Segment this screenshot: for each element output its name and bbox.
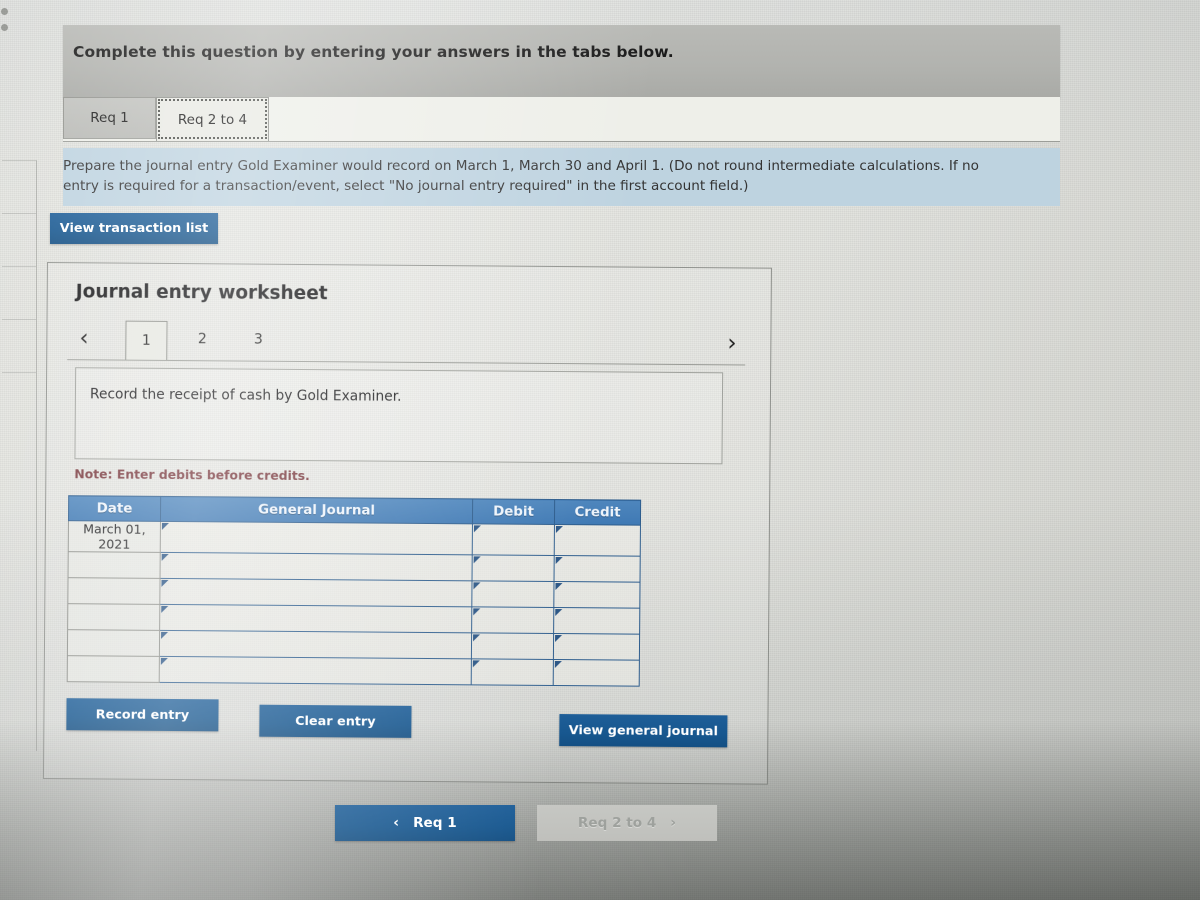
chevron-left-icon[interactable]: ‹ <box>79 324 88 352</box>
worksheet-title: Journal entry worksheet <box>75 281 328 305</box>
cell-date[interactable]: March 01, 2021 <box>68 520 161 553</box>
cell-date[interactable] <box>67 577 161 605</box>
side-panel-row <box>2 320 36 373</box>
nav-prev-req-1-button[interactable]: ‹ Req 1 <box>335 805 515 841</box>
chevron-right-icon: › <box>670 815 677 831</box>
instruction-banner: Prepare the journal entry Gold Examiner … <box>63 148 1060 206</box>
journal-entry-table: Date General Journal Debit Credit March … <box>67 495 641 687</box>
nav-next-label: Req 2 to 4 <box>577 815 657 831</box>
cell-credit[interactable] <box>554 524 641 557</box>
cell-date[interactable] <box>67 655 160 683</box>
cell-date[interactable] <box>67 629 160 657</box>
side-panel-row <box>2 267 36 320</box>
worksheet-page-3[interactable]: 3 <box>237 321 279 357</box>
instruction-text: Prepare the journal entry Gold Examiner … <box>63 156 1046 196</box>
nav-prev-label: Req 1 <box>413 815 457 831</box>
cell-general-journal[interactable] <box>159 578 473 607</box>
instruction-line-1: Prepare the journal entry Gold Examiner … <box>63 158 979 174</box>
chevron-left-icon: ‹ <box>393 815 400 831</box>
column-header-date: Date <box>68 495 161 522</box>
clear-entry-button[interactable]: Clear entry <box>259 704 412 738</box>
question-header-bar: Complete this question by entering your … <box>63 25 1060 98</box>
nav-next-req-2-to-4-button: Req 2 to 4 › <box>537 805 717 841</box>
view-general-journal-button[interactable]: View general journal <box>559 714 728 748</box>
cell-general-journal[interactable] <box>159 604 472 633</box>
offscreen-side-panel <box>2 160 37 751</box>
cell-credit[interactable] <box>553 633 640 661</box>
photographed-screen: Complete this question by entering your … <box>0 0 1200 900</box>
transaction-description-text: Record the receipt of cash by Gold Exami… <box>89 386 402 405</box>
cell-debit[interactable] <box>471 580 555 608</box>
edge-dot <box>1 24 8 31</box>
cell-credit[interactable] <box>553 581 641 609</box>
chevron-right-icon[interactable]: › <box>727 329 736 357</box>
cell-credit[interactable] <box>553 659 640 687</box>
transaction-description-box: Record the receipt of cash by Gold Exami… <box>74 367 724 465</box>
cell-credit[interactable] <box>554 555 641 583</box>
table-row: March 01, 2021 <box>68 520 641 557</box>
table-row <box>67 655 640 687</box>
edge-dot <box>1 8 8 15</box>
cell-debit[interactable] <box>471 632 554 660</box>
side-panel-row <box>2 161 36 214</box>
cell-debit[interactable] <box>472 523 555 556</box>
journal-table-body: March 01, 2021 <box>67 520 641 687</box>
cell-general-journal[interactable] <box>159 656 472 685</box>
tab-req-2-to-4[interactable]: Req 2 to 4 <box>156 97 269 141</box>
record-entry-button[interactable]: Record entry <box>66 698 219 732</box>
tab-req-1[interactable]: Req 1 <box>63 97 156 139</box>
cell-debit[interactable] <box>472 554 555 582</box>
debits-before-credits-note: Note: Enter debits before credits. <box>74 466 310 484</box>
cell-date[interactable] <box>68 551 161 579</box>
cell-date[interactable] <box>67 603 160 631</box>
side-panel-row <box>2 214 36 267</box>
cell-debit[interactable] <box>471 606 554 634</box>
cell-credit[interactable] <box>553 607 640 635</box>
cell-general-journal[interactable] <box>159 630 472 659</box>
worksheet-page-2[interactable]: 2 <box>181 321 223 357</box>
column-header-debit: Debit <box>472 498 555 525</box>
cell-general-journal[interactable] <box>160 521 473 555</box>
column-header-general-journal: General Journal <box>160 496 473 524</box>
requirement-tab-strip: Req 1 Req 2 to 4 <box>63 97 1060 142</box>
cell-general-journal[interactable] <box>160 552 473 581</box>
window-edge-dots <box>0 8 14 68</box>
view-transaction-list-button[interactable]: View transaction list <box>50 213 218 244</box>
cell-debit[interactable] <box>471 658 554 686</box>
instruction-line-2: entry is required for a transaction/even… <box>63 178 749 194</box>
column-header-credit: Credit <box>554 499 641 526</box>
page-title: Complete this question by entering your … <box>73 43 674 61</box>
worksheet-page-1[interactable]: 1 <box>125 320 168 360</box>
worksheet-pager: ‹ 1 2 3 › <box>67 320 747 365</box>
journal-entry-worksheet-card: Journal entry worksheet ‹ 1 2 3 › Record… <box>42 262 772 785</box>
